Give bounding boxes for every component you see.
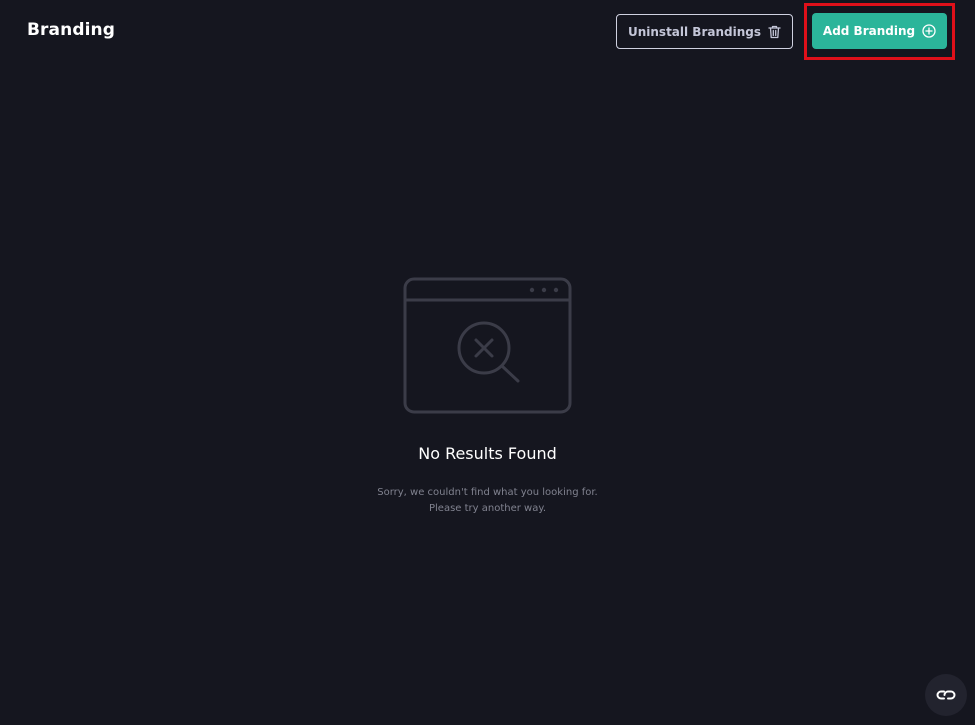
empty-state-message-line-1: Sorry, we couldn't find what you looking… — [377, 487, 598, 498]
empty-state-title: No Results Found — [418, 444, 557, 463]
floating-link-button[interactable] — [925, 674, 967, 716]
add-branding-button[interactable]: Add Branding — [812, 13, 947, 49]
empty-state-message-line-2: Please try another way. — [428, 503, 547, 514]
browser-search-no-results-icon — [403, 277, 573, 415]
link-icon — [935, 686, 957, 705]
trash-icon — [768, 25, 781, 39]
branding-page: Branding Uninstall Brandings Add Brandin… — [0, 0, 975, 725]
add-branding-label: Add Branding — [822, 24, 916, 38]
uninstall-brandings-button[interactable]: Uninstall Brandings — [616, 14, 793, 49]
uninstall-brandings-label: Uninstall Brandings — [627, 24, 761, 39]
plus-circle-icon — [922, 24, 936, 38]
page-title: Branding — [27, 20, 115, 40]
empty-state-message: Sorry, we couldn't find what you looking… — [0, 485, 975, 517]
